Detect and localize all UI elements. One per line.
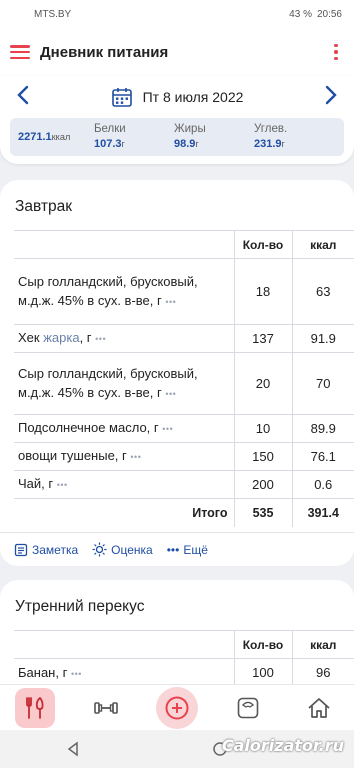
food-qty: 137 bbox=[233, 324, 292, 353]
food-kcal: 96 bbox=[291, 658, 354, 687]
date-label: Пт 8 июля 2022 bbox=[142, 89, 244, 105]
watermark: Calorizator.ru bbox=[221, 736, 344, 755]
note-button[interactable]: Заметка bbox=[14, 543, 78, 557]
more-button[interactable]: ••• Ещё bbox=[167, 543, 208, 557]
tab-weight[interactable] bbox=[228, 688, 268, 728]
total-row: Итого 535 391.4 bbox=[14, 498, 354, 527]
add-button[interactable] bbox=[155, 686, 198, 729]
table-row[interactable]: Чай, г ••• 200 0.6 bbox=[14, 470, 354, 499]
clock-label: 20:56 bbox=[316, 8, 342, 20]
food-name: Чай, г bbox=[18, 476, 54, 492]
food-qty: 100 bbox=[233, 658, 292, 687]
carbs-total: Углев. 231.9г bbox=[254, 122, 334, 152]
dumbbell-icon bbox=[93, 701, 118, 714]
carrier-label: MTS.BY bbox=[34, 8, 72, 20]
meal-card-breakfast: Завтрак Кол-во ккал Сыр голландский, бру… bbox=[0, 180, 354, 566]
ellipsis-icon: ••• bbox=[166, 542, 180, 557]
total-kcal-value: 391.4 bbox=[291, 498, 354, 527]
daily-totals: 2271.1ккал Белки 107.3г Жиры 98.9г Углев… bbox=[10, 118, 344, 156]
table-row[interactable]: Сыр голландский, брусковый, м.д.ж. 45% в… bbox=[14, 258, 354, 325]
bottom-tab-bar bbox=[0, 684, 354, 730]
tab-home[interactable] bbox=[299, 688, 339, 728]
column-header-qty: Кол-во bbox=[233, 630, 292, 659]
ellipsis-icon[interactable]: ••• bbox=[165, 389, 176, 399]
food-qty: 150 bbox=[233, 442, 292, 471]
food-kcal: 89.9 bbox=[291, 414, 354, 443]
calendar-icon bbox=[111, 88, 132, 107]
status-bar: MTS.BY 43 % 20:56 bbox=[0, 0, 354, 28]
ellipsis-icon[interactable]: ••• bbox=[57, 480, 68, 490]
table-row[interactable]: Хек жарка, г ••• 137 91.9 bbox=[14, 324, 354, 353]
food-qty: 10 bbox=[233, 414, 292, 443]
food-name: Подсолнечное масло, г bbox=[18, 420, 159, 436]
ellipsis-icon[interactable]: ••• bbox=[162, 424, 173, 434]
food-table: Кол-во ккал Банан, г ••• 100 96 bbox=[14, 630, 354, 687]
tab-diary[interactable] bbox=[15, 687, 56, 728]
app-bar: Дневник питания bbox=[0, 28, 354, 76]
table-row[interactable]: Сыр голландский, брусковый, м.д.ж. 45% в… bbox=[14, 352, 354, 415]
home-icon bbox=[308, 697, 330, 718]
carbs-label: Углев. bbox=[254, 122, 288, 135]
food-name: Хек жарка, г bbox=[18, 330, 92, 346]
protein-total: Белки 107.3г bbox=[94, 122, 174, 152]
ellipsis-icon[interactable]: ••• bbox=[165, 297, 176, 307]
food-kcal: 0.6 bbox=[291, 470, 354, 499]
food-kcal: 91.9 bbox=[291, 324, 354, 353]
diary-icon bbox=[26, 696, 44, 719]
fat-total: Жиры 98.9г bbox=[174, 122, 254, 152]
note-label: Заметка bbox=[32, 542, 79, 557]
tab-exercise[interactable] bbox=[86, 688, 126, 728]
battery-label: 43 % bbox=[289, 8, 312, 20]
day-summary-card: Пт 8 июля 2022 2271.1ккал Белки 107.3г Ж… bbox=[0, 76, 354, 164]
food-kcal: 63 bbox=[291, 258, 354, 325]
rating-label: Оценка bbox=[111, 542, 153, 557]
food-qty: 18 bbox=[233, 258, 292, 325]
menu-icon[interactable] bbox=[10, 45, 30, 59]
meal-title: Завтрак bbox=[15, 198, 72, 215]
total-kcal: 2271.1ккал bbox=[18, 131, 71, 143]
rating-icon bbox=[92, 542, 107, 557]
food-qty: 20 bbox=[233, 352, 292, 415]
more-vert-icon[interactable] bbox=[328, 43, 344, 61]
table-row[interactable]: Подсолнечное масло, г ••• 10 89.9 bbox=[14, 414, 354, 443]
meal-card-snack: Утренний перекус Кол-во ккал Банан, г ••… bbox=[0, 580, 354, 700]
column-header-qty: Кол-во bbox=[233, 230, 292, 259]
more-label: Ещё bbox=[183, 542, 208, 557]
rating-button[interactable]: Оценка bbox=[92, 542, 153, 557]
chevron-left-icon[interactable] bbox=[12, 84, 34, 110]
protein-label: Белки bbox=[94, 122, 126, 135]
meal-actions: Заметка Оценка ••• Ещё bbox=[0, 532, 354, 566]
food-kcal: 70 bbox=[291, 352, 354, 415]
food-qty: 200 bbox=[233, 470, 292, 499]
food-table: Кол-во ккал Сыр голландский, брусковый, … bbox=[14, 230, 354, 527]
scale-icon bbox=[238, 697, 259, 718]
food-kcal: 76.1 bbox=[291, 442, 354, 471]
ellipsis-icon[interactable]: ••• bbox=[130, 452, 141, 462]
food-name: овощи тушеные, г bbox=[18, 448, 127, 464]
total-qty: 535 bbox=[233, 498, 292, 527]
note-icon bbox=[14, 543, 28, 556]
total-label: Итого bbox=[14, 498, 234, 527]
chevron-right-icon[interactable] bbox=[320, 84, 342, 110]
add-circle-icon bbox=[165, 696, 189, 719]
fat-label: Жиры bbox=[174, 122, 206, 135]
column-header-kcal: ккал bbox=[291, 230, 354, 259]
back-nav-icon[interactable] bbox=[66, 741, 80, 757]
date-picker[interactable]: Пт 8 июля 2022 bbox=[111, 86, 244, 108]
food-name: Банан, г bbox=[18, 664, 68, 680]
meal-title: Утренний перекус bbox=[15, 598, 145, 615]
date-navigator: Пт 8 июля 2022 bbox=[0, 76, 354, 118]
table-row[interactable]: Банан, г ••• 100 96 bbox=[14, 658, 354, 687]
page-title: Дневник питания bbox=[40, 43, 169, 61]
table-row[interactable]: овощи тушеные, г ••• 150 76.1 bbox=[14, 442, 354, 471]
ellipsis-icon[interactable]: ••• bbox=[71, 669, 82, 679]
ellipsis-icon[interactable]: ••• bbox=[95, 334, 106, 344]
column-header-kcal: ккал bbox=[291, 630, 354, 659]
